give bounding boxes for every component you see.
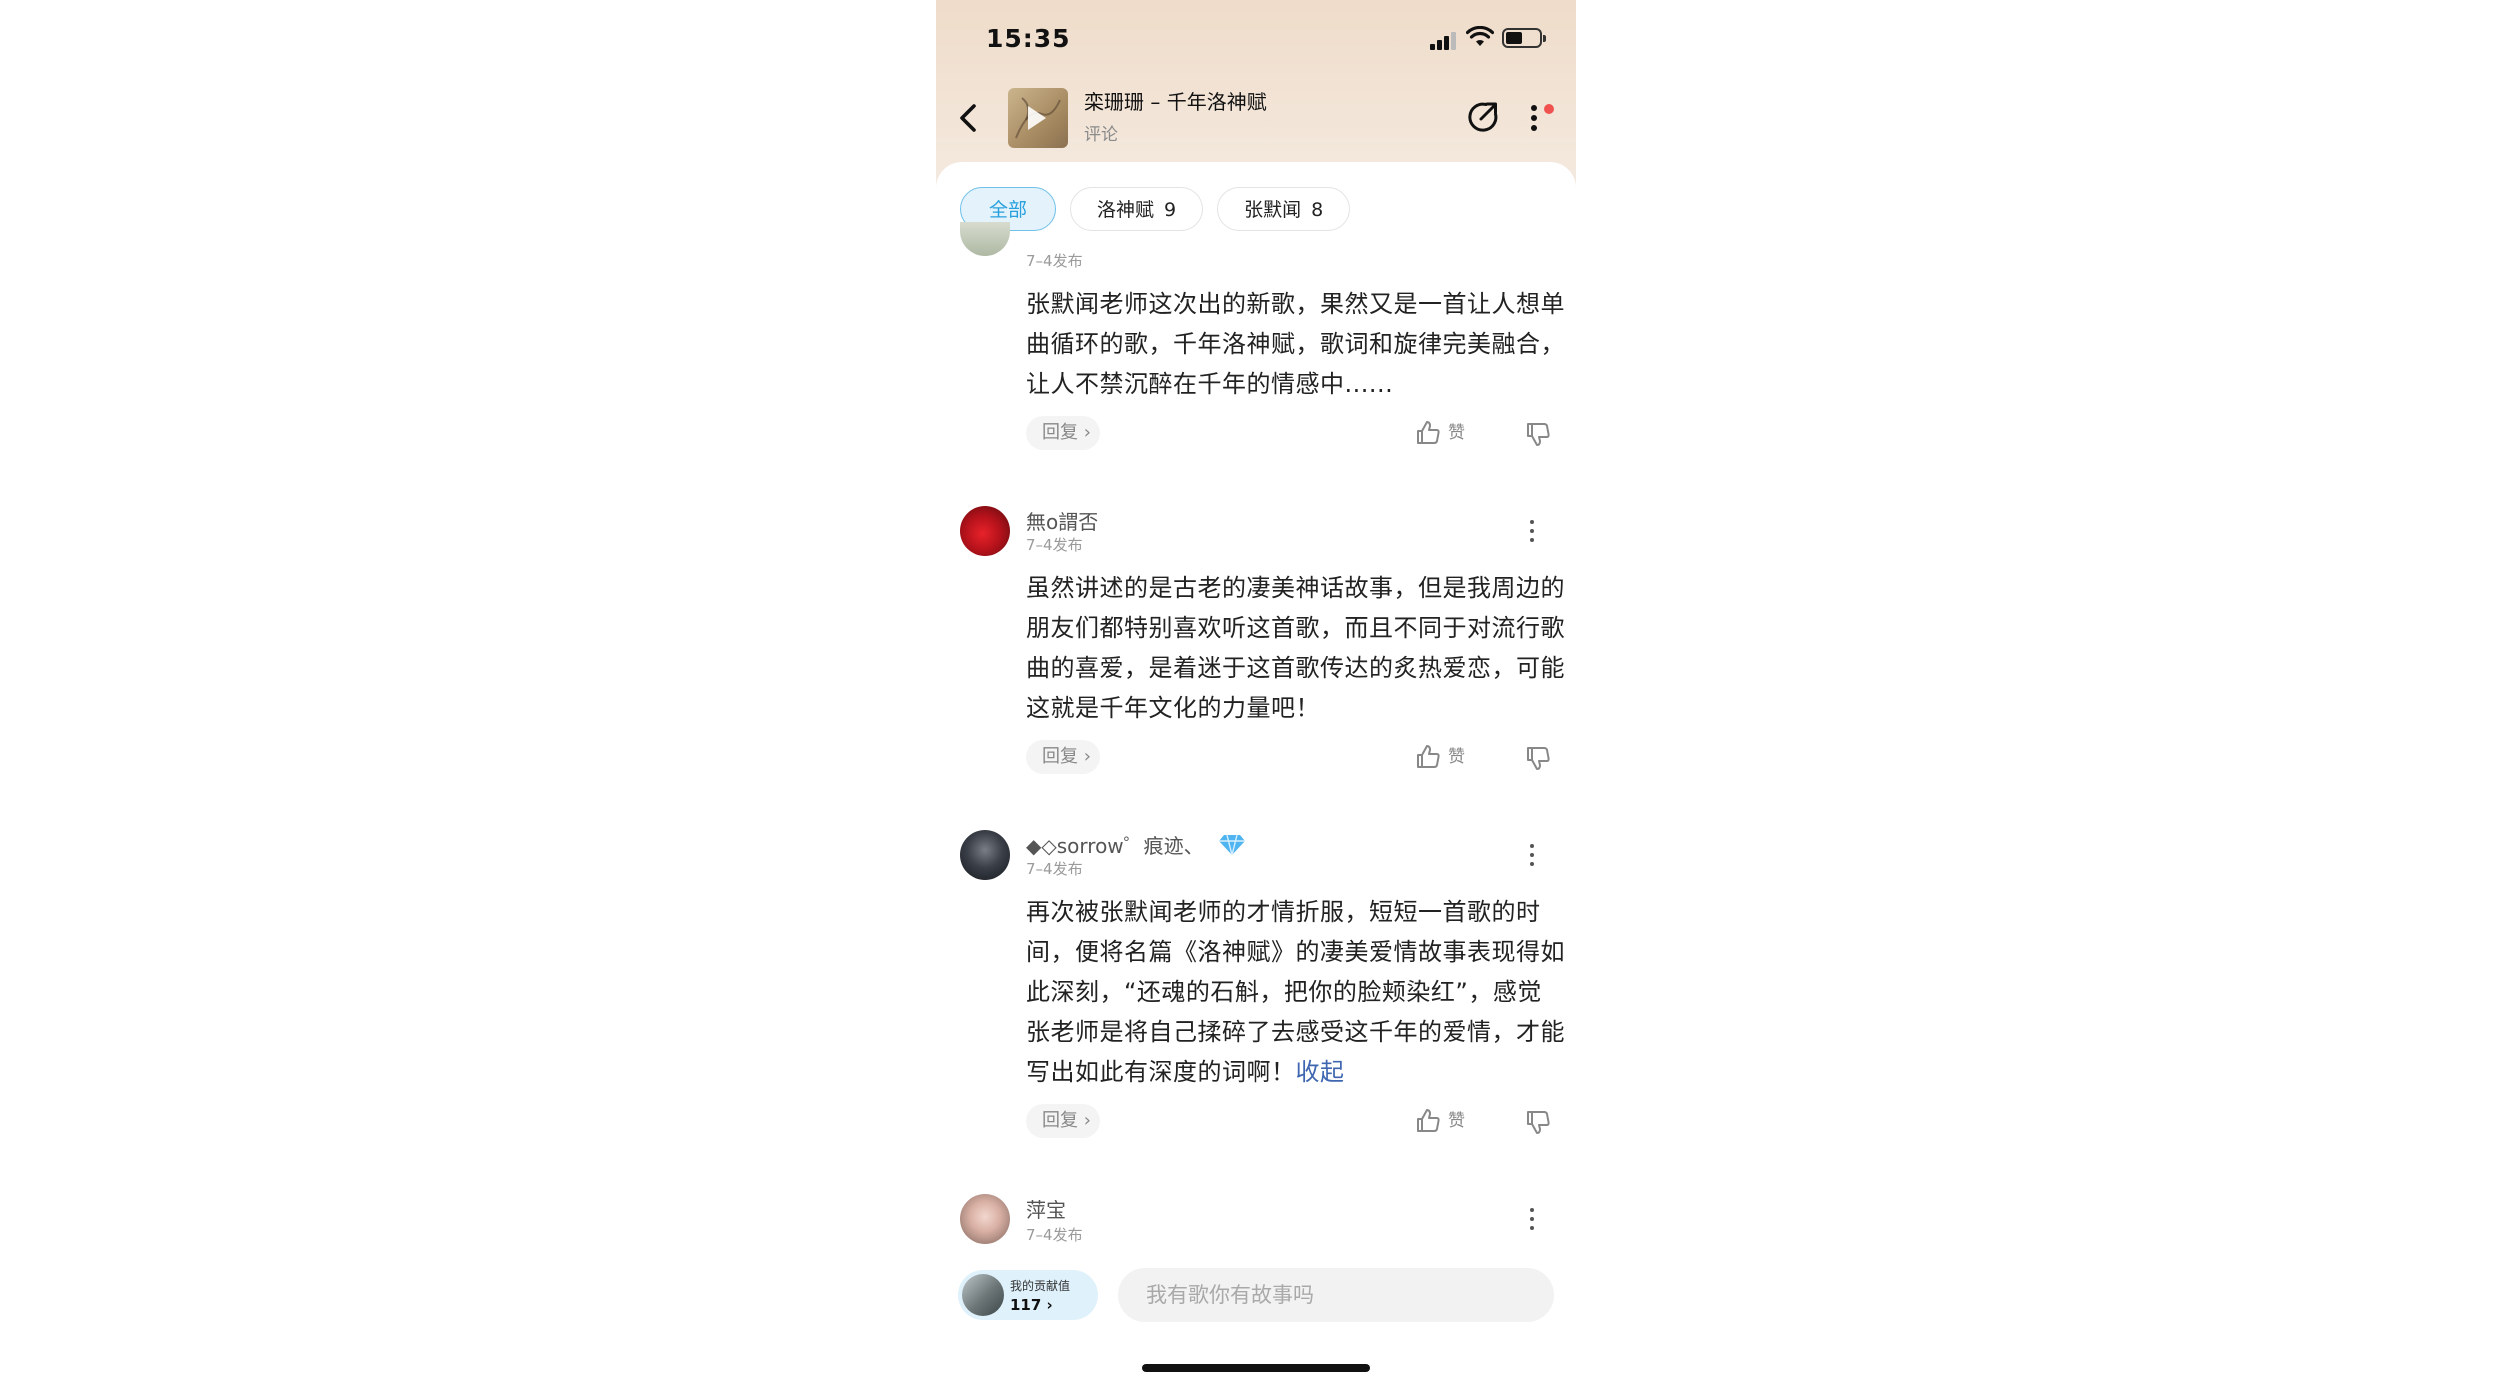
username-text: ◆◇sorrow゜痕迹、 bbox=[1026, 834, 1204, 858]
diamond-icon bbox=[1219, 834, 1246, 856]
notification-dot bbox=[1544, 104, 1554, 114]
status-time: 15:35 bbox=[986, 24, 1071, 53]
comment-username[interactable]: ◆◇sorrow゜痕迹、 bbox=[1026, 830, 1246, 859]
comment-more-icon[interactable] bbox=[1522, 838, 1542, 874]
like-button[interactable]: 赞 bbox=[1414, 1104, 1465, 1138]
comment-text: 再次被张默闻老师的才情折服，短短一首歌的时间，便将名篇《洛神赋》的凄美爱情故事表… bbox=[1026, 892, 1566, 1092]
home-indicator[interactable] bbox=[1142, 1364, 1370, 1372]
contribution-value: 117 › bbox=[1010, 1296, 1053, 1314]
tab-label: 洛神赋 bbox=[1097, 199, 1155, 221]
like-button[interactable]: 赞 bbox=[1414, 416, 1465, 450]
contribution-button[interactable]: 我的贡献值 117 › bbox=[958, 1270, 1098, 1320]
like-label: 赞 bbox=[1448, 423, 1465, 443]
comment-date: 7–4发布 bbox=[1026, 860, 1083, 878]
thumbs-up-icon bbox=[1417, 421, 1440, 444]
thumbs-up-icon bbox=[1417, 745, 1440, 768]
reply-button[interactable]: 回复 › bbox=[1026, 1104, 1100, 1138]
comment-username[interactable]: 萍宝 bbox=[1026, 1194, 1066, 1223]
battery-icon bbox=[1502, 28, 1546, 48]
tab-zhangmowen[interactable]: 张默闻 8 bbox=[1217, 187, 1351, 231]
back-chevron-icon[interactable] bbox=[950, 98, 986, 138]
comment-text: 虽然讲述的是古老的凄美神话故事，但是我周边的朋友们都特别喜欢听这首歌，而且不同于… bbox=[1026, 574, 1565, 722]
like-label: 赞 bbox=[1448, 1111, 1465, 1131]
user-avatar[interactable] bbox=[960, 830, 1010, 880]
tab-count: 8 bbox=[1311, 199, 1324, 221]
thumbs-down-icon[interactable] bbox=[1522, 740, 1552, 774]
comment-username[interactable]: 無o謂否 bbox=[1026, 506, 1098, 535]
comment-date: 7–4发布 bbox=[1026, 1226, 1083, 1244]
filter-tabs: 全部 洛神赋 9 张默闻 8 bbox=[960, 187, 1351, 235]
comment-date: 7–4发布 bbox=[1026, 252, 1083, 270]
album-cover[interactable] bbox=[1008, 88, 1068, 148]
tab-count: 9 bbox=[1164, 199, 1177, 221]
play-icon bbox=[1028, 106, 1046, 130]
song-title: 栾珊珊 – 千年洛神赋 bbox=[1084, 90, 1267, 114]
reply-button[interactable]: 回复 › bbox=[1026, 416, 1100, 450]
tab-luoshenfu[interactable]: 洛神赋 9 bbox=[1070, 187, 1204, 231]
comment-more-icon[interactable] bbox=[1522, 1202, 1542, 1238]
my-avatar bbox=[962, 1274, 1004, 1316]
like-button[interactable]: 赞 bbox=[1414, 740, 1465, 774]
reply-button[interactable]: 回复 › bbox=[1026, 740, 1100, 774]
page-subtitle: 评论 bbox=[1084, 125, 1118, 145]
thumbs-down-icon[interactable] bbox=[1522, 1104, 1552, 1138]
user-avatar[interactable] bbox=[960, 1194, 1010, 1244]
like-label: 赞 bbox=[1448, 747, 1465, 767]
comment-more-icon[interactable] bbox=[1522, 514, 1542, 550]
share-icon[interactable] bbox=[1466, 100, 1500, 134]
thumbs-down-icon[interactable] bbox=[1522, 416, 1552, 450]
comment-date: 7–4发布 bbox=[1026, 536, 1083, 554]
user-avatar[interactable] bbox=[960, 506, 1010, 556]
comment-text: 张默闻老师这次出的新歌，果然又是一首让人想单曲循环的歌，千年洛神赋，歌词和旋律完… bbox=[1026, 290, 1565, 398]
tab-label: 张默闻 bbox=[1244, 199, 1302, 221]
collapse-link[interactable]: 收起 bbox=[1296, 1058, 1345, 1086]
wifi-icon bbox=[1466, 26, 1494, 46]
more-vertical-icon[interactable] bbox=[1522, 98, 1546, 138]
signal-icon bbox=[1430, 30, 1458, 50]
thumbs-up-icon bbox=[1417, 1109, 1440, 1132]
phone-screen: 15:35 栾珊珊 – 千年洛神赋 评论 全部 洛神赋 9 张默闻 8 7–4发… bbox=[936, 0, 1576, 1380]
contribution-label: 我的贡献值 bbox=[1010, 1279, 1071, 1293]
comment-input[interactable] bbox=[1118, 1268, 1554, 1322]
tab-label: 全部 bbox=[989, 199, 1028, 221]
